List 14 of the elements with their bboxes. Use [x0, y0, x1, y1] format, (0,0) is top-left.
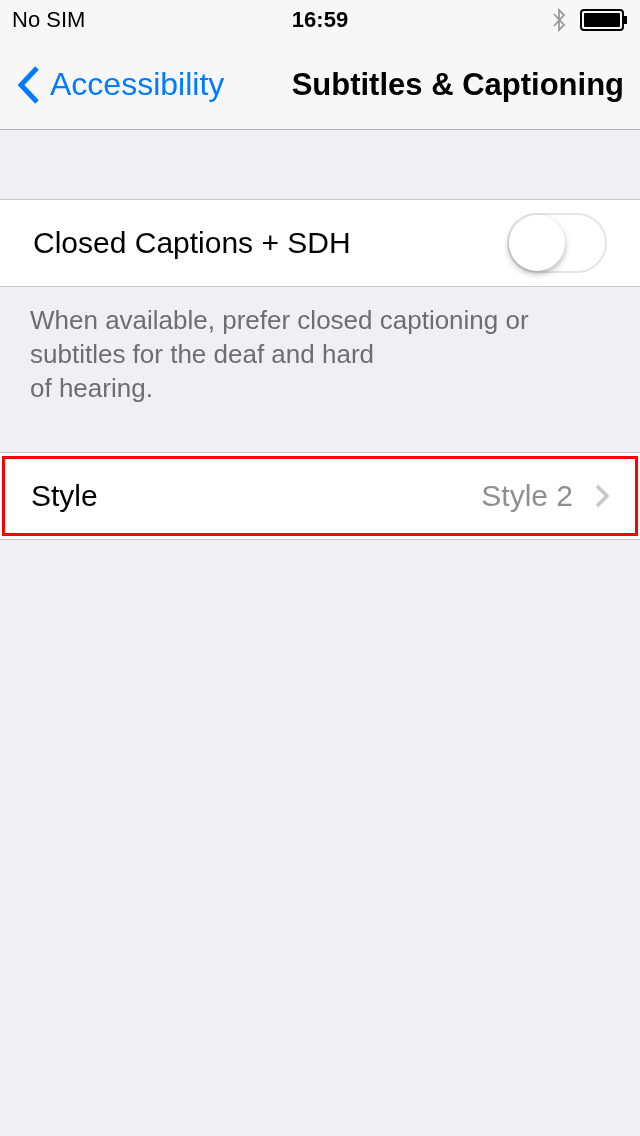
time-text: 16:59 [291, 7, 349, 32]
chevron-right-icon [595, 484, 609, 508]
carrier-text: No SIM [12, 7, 86, 33]
row-label: Style [31, 479, 98, 513]
battery-icon [580, 9, 628, 31]
row-value: Style 2 [481, 479, 573, 513]
bluetooth-icon [552, 8, 566, 32]
setting-row[interactable]: Style Style 2 [2, 456, 638, 536]
toggle-switch[interactable] [507, 213, 607, 273]
footer-note: When available, prefer closed captioning or subtitles for the deaf and hard of hearing. [29, 304, 530, 405]
back-chevron-icon [16, 64, 40, 105]
back-button[interactable]: Accessibility [16, 64, 225, 105]
row-label: Closed Captions + SDH [33, 226, 351, 260]
screen-title: Subtitles & Captioning [291, 66, 624, 103]
